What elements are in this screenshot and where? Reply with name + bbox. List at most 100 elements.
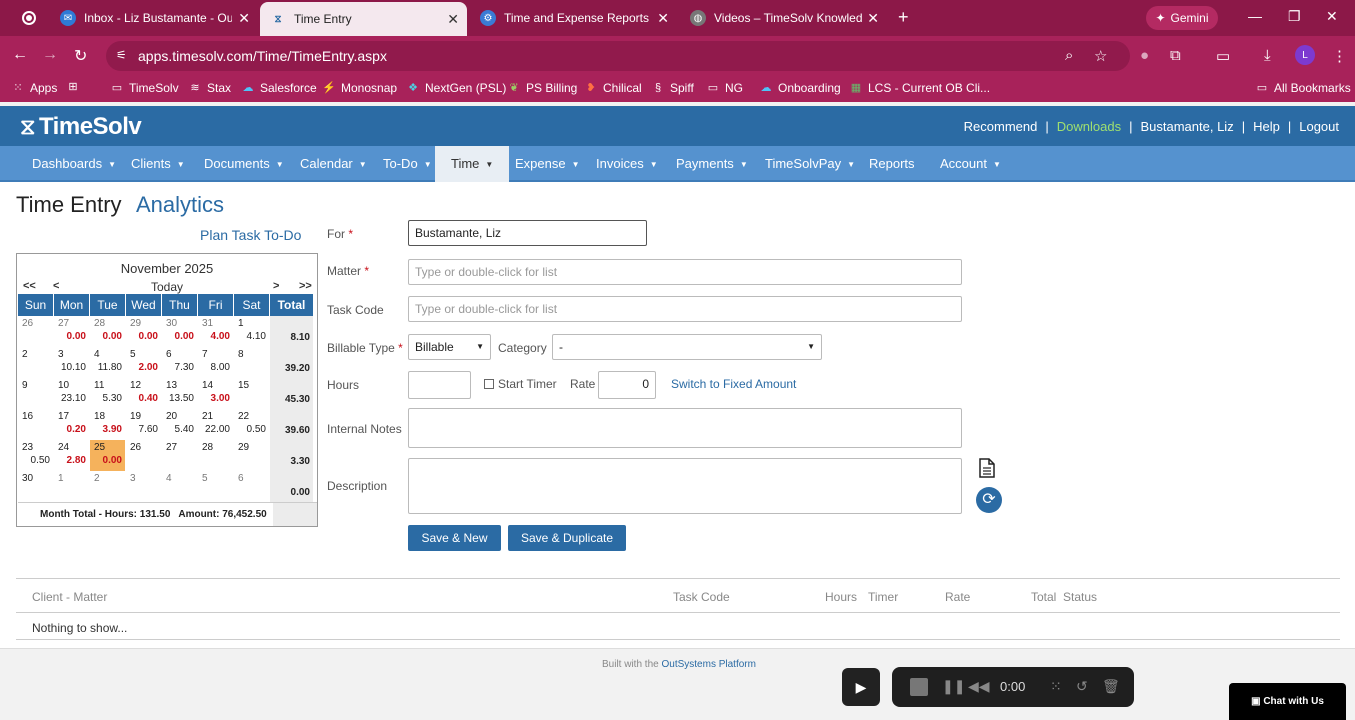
tab-videos[interactable]: ◍ Videos – TimeSolv Knowledge B ✕: [680, 4, 887, 32]
calendar-day[interactable]: 25 0.00: [90, 440, 126, 471]
calendar-day[interactable]: 7 8.00: [198, 347, 234, 378]
calendar-day[interactable]: 2: [18, 347, 54, 378]
calendar-day[interactable]: 31 4.00: [198, 316, 234, 347]
save-duplicate-button[interactable]: Save & Duplicate: [508, 525, 626, 551]
col-client-matter[interactable]: Client - Matter: [32, 590, 107, 604]
forward-icon[interactable]: →: [42, 46, 58, 64]
bookmark-timesolv[interactable]: ▭ TimeSolv: [110, 81, 179, 95]
page-title[interactable]: Time Entry: [16, 192, 122, 218]
calendar-day[interactable]: 29: [234, 440, 270, 471]
bookmark-apps[interactable]: ⁙ Apps: [11, 81, 57, 95]
tab-time-entry[interactable]: ⧖ Time Entry ✕: [260, 2, 467, 36]
bookmark-lcs[interactable]: ▦ LCS - Current OB Cli...: [849, 81, 990, 95]
camera-icon[interactable]: ▶: [842, 668, 880, 706]
calendar-day[interactable]: 1 4.10: [234, 316, 270, 347]
calendar-day[interactable]: 23 0.50: [18, 440, 54, 471]
bookmark-ps-billing[interactable]: ❦ PS Billing: [507, 81, 577, 95]
minimize-icon[interactable]: —: [1248, 8, 1262, 24]
calendar-day[interactable]: 3: [126, 471, 162, 502]
chat-button[interactable]: ▣ Chat with Us: [1229, 683, 1346, 720]
restore-icon[interactable]: ❐: [1288, 8, 1301, 25]
refresh-icon[interactable]: ⟳: [976, 487, 1002, 513]
star-icon[interactable]: ☆: [1094, 47, 1107, 65]
all-bookmarks[interactable]: ▭ All Bookmarks: [1255, 81, 1351, 95]
prev-year-button[interactable]: <<: [23, 280, 36, 292]
calendar-day[interactable]: 12 0.40: [126, 378, 162, 409]
pause-icon[interactable]: ❚❚: [942, 678, 965, 695]
calendar-day[interactable]: 15: [234, 378, 270, 409]
calendar-day[interactable]: 6 7.30: [162, 347, 198, 378]
gemini-button[interactable]: ✦ Gemini: [1146, 6, 1218, 30]
trash-icon[interactable]: 🗑: [1102, 678, 1120, 695]
save-new-button[interactable]: Save & New: [408, 525, 501, 551]
col-total[interactable]: Total: [1031, 590, 1056, 604]
calendar-day[interactable]: 5: [198, 471, 234, 502]
nav-calendar[interactable]: Calendar ▼: [300, 146, 367, 182]
calendar-day[interactable]: 4 11.80: [90, 347, 126, 378]
calendar-day[interactable]: 8: [234, 347, 270, 378]
calendar-day[interactable]: 27: [162, 440, 198, 471]
calendar-day[interactable]: 28 0.00: [90, 316, 126, 347]
calendar-day[interactable]: 2: [90, 471, 126, 502]
close-tab-icon[interactable]: ✕: [238, 10, 250, 27]
downloads-link[interactable]: Downloads: [1057, 119, 1121, 134]
col-timer[interactable]: Timer: [868, 590, 898, 604]
col-rate[interactable]: Rate: [945, 590, 970, 604]
calendar-day[interactable]: 30 0.00: [162, 316, 198, 347]
document-icon[interactable]: [978, 458, 996, 478]
nav-payments[interactable]: Payments ▼: [676, 146, 748, 182]
new-tab-icon[interactable]: +: [898, 7, 909, 28]
tab-inbox[interactable]: ✉ Inbox - Liz Bustamante - Outlo ✕: [50, 4, 258, 32]
grid-icon[interactable]: ⊞: [66, 81, 80, 93]
bookmark-monosnap[interactable]: ⚡ Monosnap: [322, 81, 397, 95]
nav-dashboards[interactable]: Dashboards ▼: [32, 146, 116, 182]
prev-month-button[interactable]: <: [53, 280, 59, 292]
calendar-day[interactable]: 26: [18, 316, 54, 347]
calendar-day[interactable]: 21 22.00: [198, 409, 234, 440]
tab-reports[interactable]: ⚙ Time and Expense Reports ✕: [470, 4, 677, 32]
bookmark-salesforce[interactable]: ☁ Salesforce: [241, 81, 317, 95]
calendar-day[interactable]: 24 2.80: [54, 440, 90, 471]
user-link[interactable]: Bustamante, Liz: [1140, 119, 1233, 134]
calendar-day[interactable]: 18 3.90: [90, 409, 126, 440]
download-icon[interactable]: ⤓: [1264, 47, 1271, 64]
rewind-icon[interactable]: ◀◀: [968, 678, 990, 695]
next-month-button[interactable]: >: [273, 280, 279, 292]
calendar-day[interactable]: 30: [18, 471, 54, 502]
bookmark-onboarding[interactable]: ☁ Onboarding: [759, 81, 841, 95]
outsystems-link[interactable]: OutSystems Platform: [661, 659, 755, 670]
menu-icon[interactable]: ⋮: [1332, 47, 1347, 65]
calendar-day[interactable]: 27 0.00: [54, 316, 90, 347]
nav-invoices[interactable]: Invoices ▼: [596, 146, 658, 182]
bookmark-ng[interactable]: ▭ NG: [706, 81, 743, 95]
help-link[interactable]: Help: [1253, 119, 1280, 134]
calendar-day[interactable]: 4: [162, 471, 198, 502]
calendar-day[interactable]: 1: [54, 471, 90, 502]
nav-timesolvpay[interactable]: TimeSolvPay ▼: [765, 146, 855, 182]
site-info-icon[interactable]: ⚟: [116, 48, 127, 62]
calendar-day[interactable]: 26: [126, 440, 162, 471]
nav-expense[interactable]: Expense ▼: [515, 146, 580, 182]
nav-clients[interactable]: Clients ▼: [131, 146, 185, 182]
calendar-day[interactable]: 20 5.40: [162, 409, 198, 440]
today-link[interactable]: Today: [17, 280, 317, 294]
nav-account[interactable]: Account ▼: [940, 146, 1001, 182]
stop-icon[interactable]: [910, 678, 928, 696]
calendar-day[interactable]: 22 0.50: [234, 409, 270, 440]
calendar-day[interactable]: 28: [198, 440, 234, 471]
calendar-day[interactable]: 3 10.10: [54, 347, 90, 378]
microphone-icon[interactable]: ●: [1140, 47, 1149, 64]
calendar-day[interactable]: 10 23.10: [54, 378, 90, 409]
calendar-day[interactable]: 6: [234, 471, 270, 502]
record-indicator-icon[interactable]: [22, 11, 36, 25]
bookmark-stax[interactable]: ≋ Stax: [188, 81, 231, 95]
task-code-field[interactable]: Type or double-click for list: [408, 296, 962, 322]
internal-notes-field[interactable]: [408, 408, 962, 448]
calendar-day[interactable]: 5 2.00: [126, 347, 162, 378]
url-bar[interactable]: ⚟ apps.timesolv.com/Time/TimeEntry.aspx: [106, 41, 1130, 71]
extensions-icon[interactable]: ⧉: [1170, 47, 1181, 64]
calendar-day[interactable]: 16: [18, 409, 54, 440]
close-window-icon[interactable]: ✕: [1326, 8, 1338, 25]
reload-icon[interactable]: ↻: [74, 46, 87, 66]
timesolv-logo[interactable]: ⧖ TimeSolv: [20, 113, 142, 141]
